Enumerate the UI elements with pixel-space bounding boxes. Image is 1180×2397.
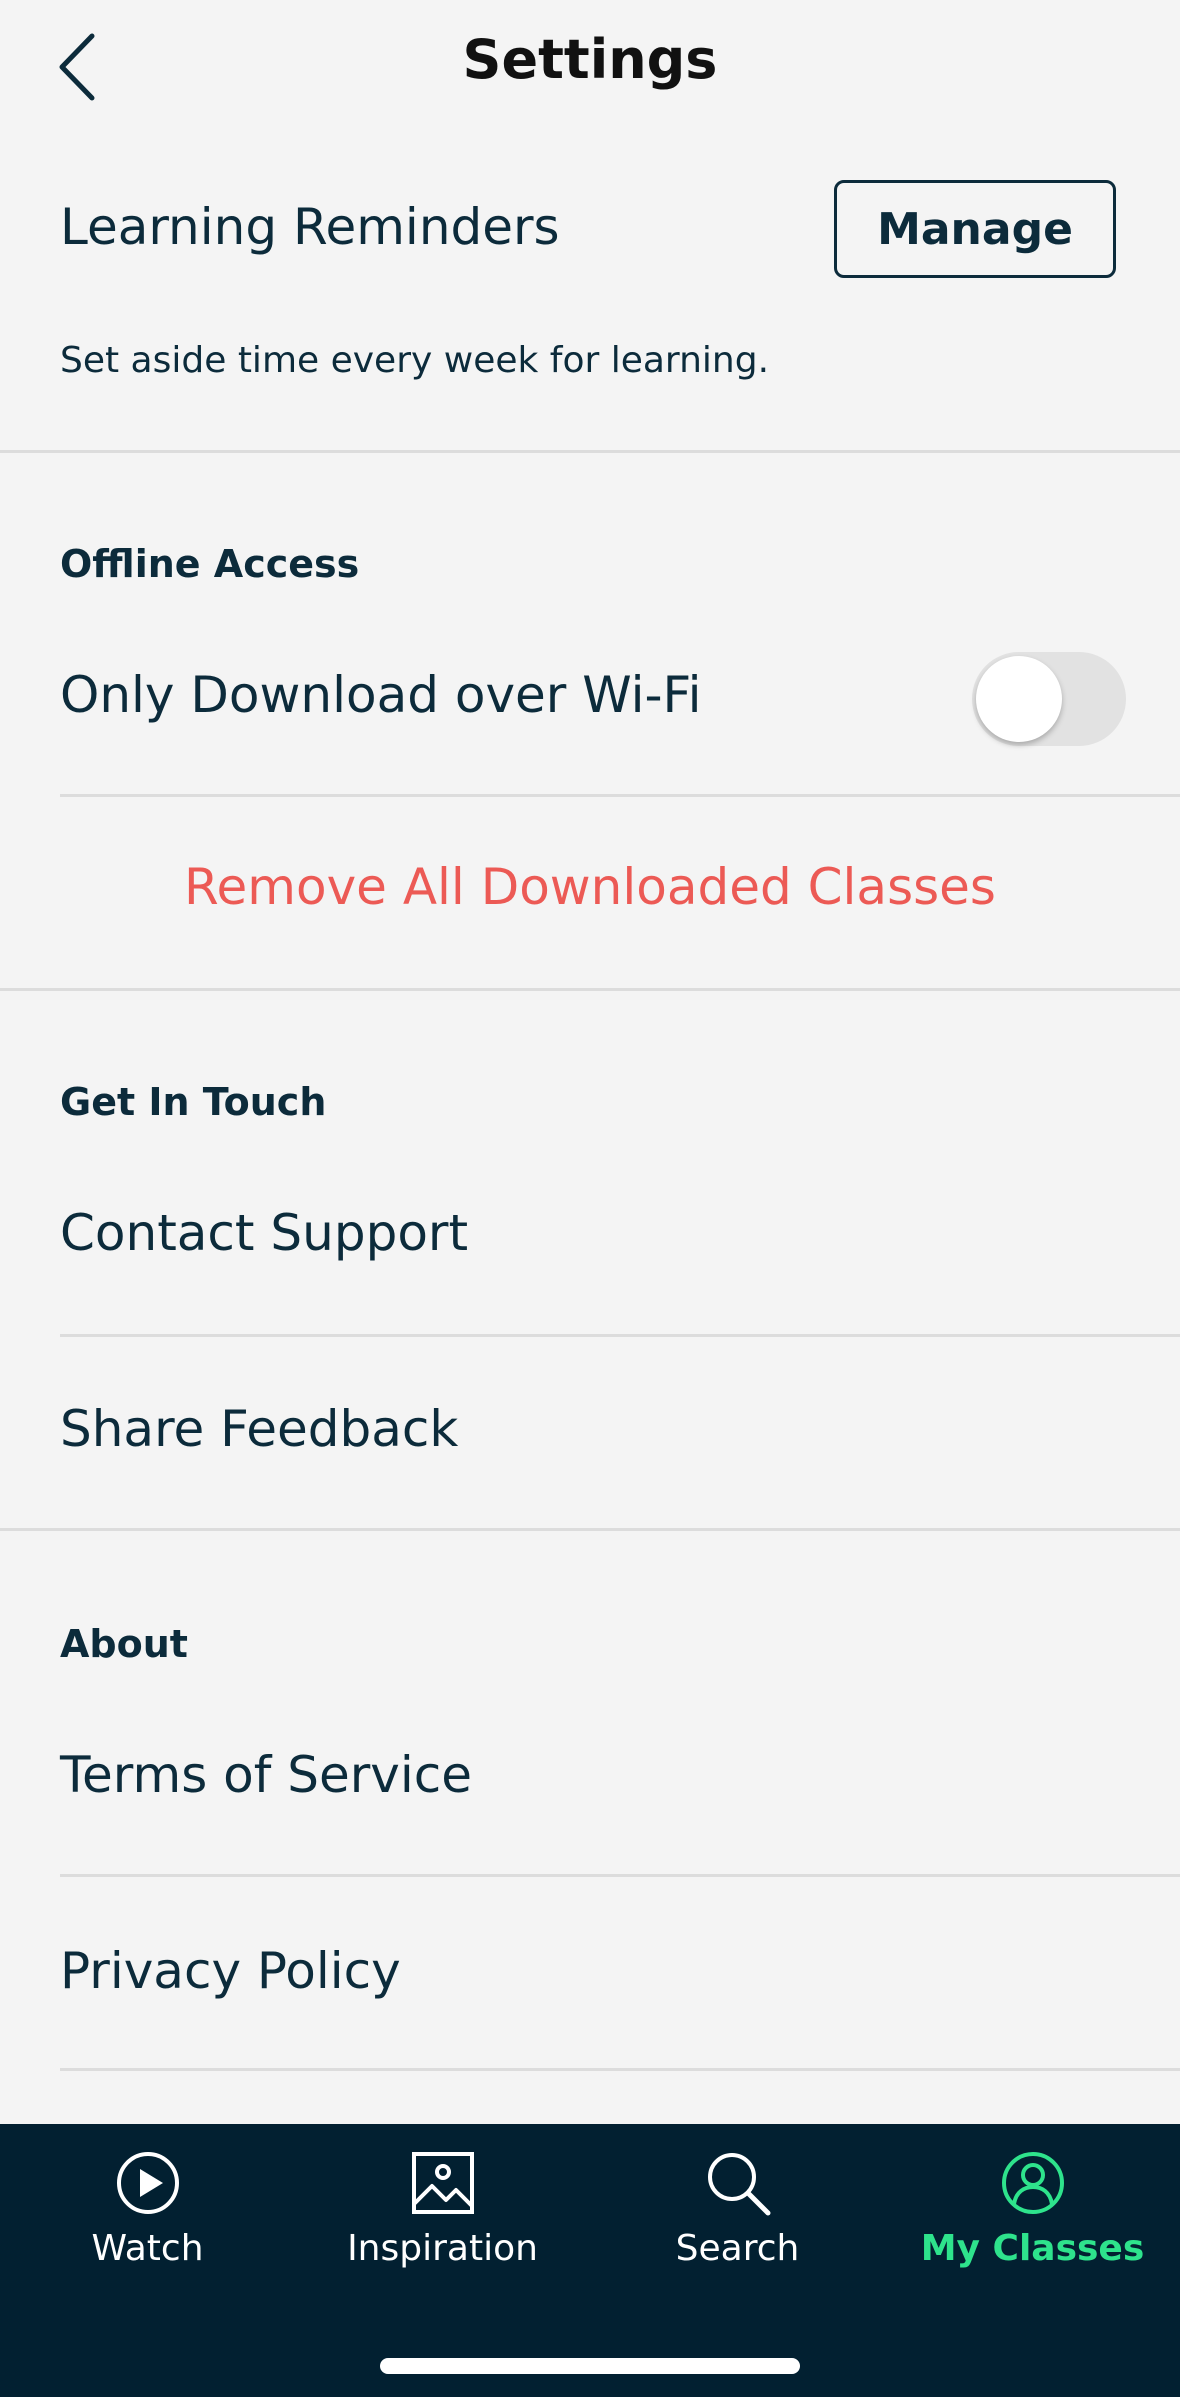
top-bar: Settings bbox=[0, 0, 1180, 134]
tab-label: My Classes bbox=[920, 2228, 1145, 2269]
tab-label: Inspiration bbox=[347, 2228, 538, 2269]
search-icon bbox=[707, 2153, 770, 2216]
page-title: Settings bbox=[462, 28, 718, 91]
privacy-policy-item[interactable]: Privacy Policy bbox=[60, 1942, 401, 2000]
image-icon bbox=[411, 2152, 474, 2214]
tab-inspiration[interactable]: Inspiration bbox=[295, 2124, 590, 2324]
tab-label: Search bbox=[675, 2228, 800, 2269]
toggle-knob bbox=[976, 656, 1062, 742]
offline-access-heading: Offline Access bbox=[60, 542, 360, 586]
home-indicator bbox=[380, 2358, 800, 2374]
section-divider bbox=[0, 1528, 1180, 1531]
row-divider bbox=[60, 1874, 1180, 1877]
user-circle-icon bbox=[1001, 2152, 1064, 2214]
get-in-touch-heading: Get In Touch bbox=[60, 1080, 327, 1124]
reminders-description: Set aside time every week for learning. bbox=[60, 340, 770, 381]
contact-support-item[interactable]: Contact Support bbox=[60, 1204, 468, 1262]
section-divider bbox=[0, 988, 1180, 991]
wifi-only-toggle[interactable] bbox=[972, 652, 1126, 746]
manage-reminders-button[interactable]: Manage bbox=[834, 180, 1116, 278]
section-divider bbox=[0, 450, 1180, 453]
row-divider bbox=[60, 794, 1180, 797]
about-heading: About bbox=[60, 1622, 188, 1666]
row-divider bbox=[60, 1334, 1180, 1337]
play-circle-icon bbox=[116, 2152, 179, 2214]
remove-downloads-button[interactable]: Remove All Downloaded Classes bbox=[0, 858, 1180, 916]
tab-my-classes[interactable]: My Classes bbox=[885, 2124, 1180, 2324]
tab-label: Watch bbox=[91, 2228, 204, 2269]
tab-watch[interactable]: Watch bbox=[0, 2124, 295, 2324]
row-divider bbox=[60, 2068, 1180, 2071]
wifi-only-label: Only Download over Wi-Fi bbox=[60, 666, 702, 724]
learning-reminders-label: Learning Reminders bbox=[60, 198, 560, 256]
terms-of-service-item[interactable]: Terms of Service bbox=[60, 1746, 472, 1804]
tab-search[interactable]: Search bbox=[590, 2124, 885, 2324]
share-feedback-item[interactable]: Share Feedback bbox=[60, 1400, 458, 1458]
bottom-tab-bar: Watch Inspiration Search My Classes bbox=[0, 2124, 1180, 2397]
